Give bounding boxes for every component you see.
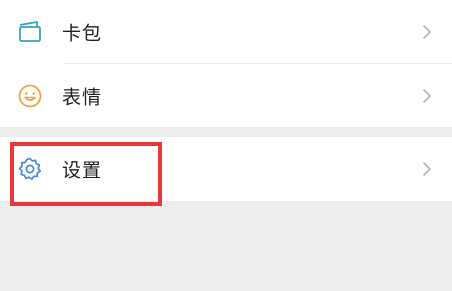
- highlight-box: [10, 142, 162, 206]
- menu-item-card-wallet[interactable]: 卡包: [0, 0, 452, 64]
- menu-group-top: 卡包 表情: [0, 0, 452, 127]
- chevron-right-icon: [422, 24, 432, 40]
- card-wallet-icon: [17, 19, 43, 45]
- me-page: 卡包 表情 设置: [0, 0, 452, 291]
- smiley-icon: [17, 83, 43, 109]
- menu-item-label: 卡包: [62, 22, 103, 44]
- menu-item-stickers[interactable]: 表情: [0, 64, 452, 127]
- chevron-right-icon: [422, 88, 432, 104]
- chevron-right-icon: [422, 161, 432, 177]
- menu-item-label: 表情: [62, 86, 103, 108]
